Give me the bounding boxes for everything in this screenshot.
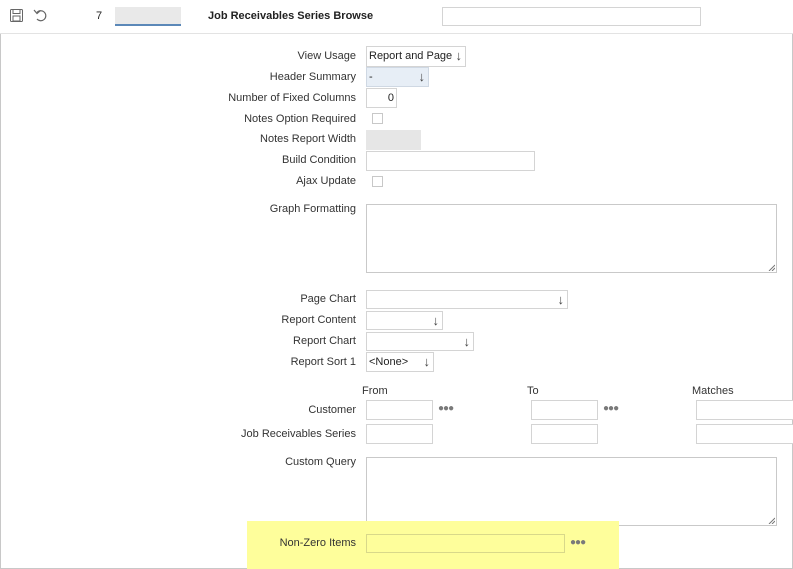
fixed-columns-input[interactable]: 0 [366,88,397,108]
ajax-update-checkbox[interactable] [372,176,383,187]
from-column-header: From [362,385,388,397]
customer-matches-input[interactable] [696,400,793,420]
header-summary-label: Header Summary [269,71,356,83]
report-chart-select[interactable]: ↓ [366,332,474,351]
sequence-tab-field[interactable] [115,7,181,26]
page-chart-select[interactable]: ↓ [366,290,568,309]
arrow-down-icon: ↓ [455,48,463,63]
resize-handle-icon[interactable] [768,264,775,271]
non-zero-items-input[interactable] [366,534,565,553]
custom-query-textarea[interactable] [366,457,777,526]
build-condition-input[interactable] [366,151,535,171]
report-content-label: Report Content [281,314,356,326]
non-zero-items-lookup-icon[interactable]: ●●● [570,537,586,548]
to-column-header: To [527,385,539,397]
job-receivables-series-filter-label: Job Receivables Series [241,428,356,440]
undo-icon[interactable] [33,8,49,23]
fixed-columns-value: 0 [387,92,394,104]
toolbar: 7 Job Receivables Series Browse [0,0,793,34]
report-content-select[interactable]: ↓ [366,311,443,330]
job-receivables-series-from-input[interactable] [366,424,433,444]
graph-formatting-label: Graph Formatting [269,203,356,215]
page-chart-label: Page Chart [300,293,356,305]
custom-query-label: Custom Query [285,456,356,468]
customer-from-lookup-icon[interactable]: ●●● [438,403,454,414]
header-summary-value: - [369,71,373,83]
view-usage-value: Report and Page [369,50,453,62]
sequence-number: 7 [96,10,103,22]
arrow-down-icon: ↓ [557,292,565,307]
floppy-disk-icon[interactable] [10,9,23,22]
arrow-down-icon: ↓ [418,69,426,84]
build-condition-label: Build Condition [282,154,356,166]
report-sort-1-label: Report Sort 1 [290,356,356,368]
arrow-down-icon: ↓ [463,334,471,349]
customer-to-lookup-icon[interactable]: ●●● [603,403,619,414]
report-sort-1-value: <None> [369,356,409,368]
job-receivables-series-to-input[interactable] [531,424,598,444]
notes-option-required-label: Notes Option Required [244,113,356,125]
notes-report-width-label: Notes Report Width [260,133,356,145]
view-usage-select[interactable]: Report and Page ↓ [366,46,466,67]
report-chart-label: Report Chart [293,335,356,347]
graph-formatting-textarea[interactable] [366,204,777,273]
ajax-update-label: Ajax Update [296,175,356,187]
arrow-down-icon: ↓ [432,313,440,328]
notes-option-required-checkbox[interactable] [372,113,383,124]
customer-from-input[interactable] [366,400,433,420]
job-receivables-series-matches-input[interactable] [696,424,793,444]
non-zero-items-label: Non-Zero Items [279,537,356,549]
page-title: Job Receivables Series Browse [208,10,374,22]
matches-column-header: Matches [692,385,734,397]
customer-to-input[interactable] [531,400,598,420]
arrow-down-icon: ↓ [423,354,431,369]
resize-handle-icon[interactable] [768,517,775,524]
customer-filter-label: Customer [308,404,356,416]
view-usage-label: View Usage [297,50,357,62]
notes-report-width-input [366,130,421,150]
header-summary-select[interactable]: - ↓ [366,67,429,87]
report-sort-1-select[interactable]: <None> ↓ [366,352,434,372]
title-input[interactable] [442,7,701,26]
fixed-columns-label: Number of Fixed Columns [228,92,356,104]
